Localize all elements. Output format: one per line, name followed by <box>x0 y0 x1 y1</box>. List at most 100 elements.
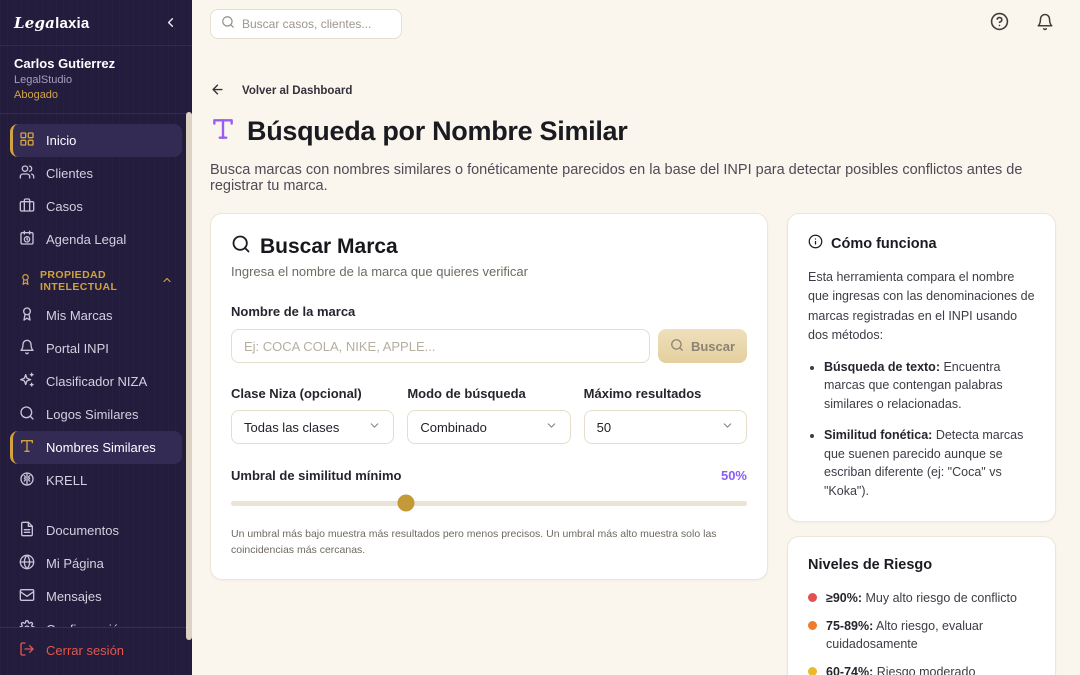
globe-icon <box>19 554 35 573</box>
topbar-icons <box>990 12 1054 36</box>
sparkles-icon <box>19 372 35 391</box>
briefcase-icon <box>19 197 35 216</box>
sidebar-item-agenda-legal[interactable]: Agenda Legal <box>10 223 182 256</box>
niza-class-select[interactable]: Todas las clases <box>231 410 394 444</box>
sidebar-item-label: Casos <box>46 199 83 214</box>
risk-dot <box>808 667 817 675</box>
sidebar-item-label: Clasificador NIZA <box>46 374 147 389</box>
search-card-header: Buscar Marca <box>231 234 747 259</box>
sidebar-item-label: Agenda Legal <box>46 232 126 247</box>
user-info: Carlos Gutierrez LegalStudio Abogado <box>0 46 192 114</box>
sidebar-item-configuracion[interactable]: Configuración <box>10 613 182 627</box>
risk-item-text: 60-74%: Riesgo moderado <box>826 663 975 675</box>
page-content: Volver al Dashboard Búsqueda por Nombre … <box>192 48 1080 675</box>
risk-levels-card: Niveles de Riesgo ≥90%: Muy alto riesgo … <box>787 536 1056 675</box>
sidebar-section-label: PROPIEDAD INTELECTUAL <box>40 269 153 293</box>
document-icon <box>19 521 35 540</box>
search-mode-value: Combinado <box>420 420 487 435</box>
chevron-down-icon <box>545 419 558 435</box>
sidebar-item-clasificador-niza[interactable]: Clasificador NIZA <box>10 365 182 398</box>
niza-class-field: Clase Niza (opcional) Todas las clases <box>231 386 394 444</box>
risk-levels-title: Niveles de Riesgo <box>808 557 1035 573</box>
sidebar-item-casos[interactable]: Casos <box>10 190 182 223</box>
sidebar-scrollbar[interactable] <box>186 112 192 640</box>
search-card-title: Buscar Marca <box>260 235 398 259</box>
sidebar-item-label: Logos Similares <box>46 407 139 422</box>
global-search-input[interactable] <box>242 17 391 31</box>
calendar-icon <box>19 230 35 249</box>
global-search[interactable] <box>210 9 402 39</box>
sidebar-section-propiedad-intelectual[interactable]: PROPIEDAD INTELECTUAL <box>10 269 182 293</box>
sidebar-item-label: Documentos <box>46 523 119 538</box>
logout-button[interactable]: Cerrar sesión <box>10 634 182 667</box>
max-results-select[interactable]: 50 <box>584 410 747 444</box>
user-name: Carlos Gutierrez <box>14 56 178 71</box>
sidebar-item-mis-marcas[interactable]: Mis Marcas <box>10 299 182 332</box>
sidebar-item-krell[interactable]: KRELL <box>10 464 182 497</box>
search-card-subtitle: Ingresa el nombre de la marca que quiere… <box>231 264 747 279</box>
slider-knob[interactable] <box>398 495 415 512</box>
sidebar: Legalaxia Carlos Gutierrez LegalStudio A… <box>0 0 192 675</box>
main-area: Volver al Dashboard Búsqueda por Nombre … <box>192 0 1080 675</box>
gear-icon <box>19 620 35 627</box>
user-organization: LegalStudio <box>14 74 178 86</box>
sidebar-item-label: Clientes <box>46 166 93 181</box>
help-icon[interactable] <box>990 12 1009 36</box>
sidebar-item-documentos[interactable]: Documentos <box>10 514 182 547</box>
threshold-slider[interactable] <box>231 495 747 511</box>
sidebar-item-logos-similares[interactable]: Logos Similares <box>10 398 182 431</box>
max-results-label: Máximo resultados <box>584 386 747 401</box>
brand-name-input[interactable] <box>231 329 650 363</box>
content-grid: Buscar Marca Ingresa el nombre de la mar… <box>210 213 1055 675</box>
risk-item: 75-89%: Alto riesgo, evaluar cuidadosame… <box>808 617 1035 653</box>
risk-item: ≥90%: Muy alto riesgo de conflicto <box>808 589 1035 607</box>
info-icon <box>808 234 823 254</box>
risk-item-text: 75-89%: Alto riesgo, evaluar cuidadosame… <box>826 617 1035 653</box>
sidebar-item-nombres-similares[interactable]: Nombres Similares <box>10 431 182 464</box>
sidebar-item-mi-pagina[interactable]: Mi Página <box>10 547 182 580</box>
max-results-value: 50 <box>597 420 611 435</box>
search-mode-select[interactable]: Combinado <box>407 410 570 444</box>
award-icon <box>19 273 32 289</box>
chevron-up-icon <box>161 274 173 289</box>
search-icon <box>19 405 35 424</box>
right-column: Cómo funciona Esta herramienta compara e… <box>787 213 1056 675</box>
search-mode-field: Modo de búsqueda Combinado <box>407 386 570 444</box>
sidebar-item-label: Mis Marcas <box>46 308 112 323</box>
dashboard-grid-icon <box>19 131 35 150</box>
niza-class-value: Todas las clases <box>244 420 339 435</box>
sidebar-item-label: Portal INPI <box>46 341 109 356</box>
list-item: Similitud fonética: Detecta marcas que s… <box>824 426 1035 501</box>
search-icon <box>221 15 235 34</box>
sidebar-item-inicio[interactable]: Inicio <box>10 124 182 157</box>
threshold-header: Umbral de similitud mínimo 50% <box>231 468 747 483</box>
topbar <box>192 0 1080 48</box>
award-icon <box>19 306 35 325</box>
risk-item-text: ≥90%: Muy alto riesgo de conflicto <box>826 589 1017 607</box>
users-icon <box>19 164 35 183</box>
sidebar-item-label: Mensajes <box>46 589 102 604</box>
sidebar-item-mensajes[interactable]: Mensajes <box>10 580 182 613</box>
sidebar-item-clientes[interactable]: Clientes <box>10 157 182 190</box>
page-subtitle: Busca marcas con nombres similares o fon… <box>210 162 1055 194</box>
logout-label: Cerrar sesión <box>46 643 124 658</box>
back-link[interactable]: Volver al Dashboard <box>210 82 352 100</box>
slider-track[interactable] <box>231 501 747 506</box>
threshold-label: Umbral de similitud mínimo <box>231 468 401 483</box>
chevron-down-icon <box>368 419 381 435</box>
sidebar-collapse-icon[interactable] <box>163 15 178 30</box>
sidebar-item-portal-inpi[interactable]: Portal INPI <box>10 332 182 365</box>
how-it-works-list: Búsqueda de texto: Encuentra marcas que … <box>824 358 1035 501</box>
notifications-bell-icon[interactable] <box>1036 13 1054 36</box>
page-title-row: Búsqueda por Nombre Similar <box>210 116 1055 147</box>
risk-levels-list: ≥90%: Muy alto riesgo de conflicto 75-89… <box>808 589 1035 675</box>
bell-icon <box>19 339 35 358</box>
niza-class-label: Clase Niza (opcional) <box>231 386 394 401</box>
sidebar-logo-row: Legalaxia <box>0 0 192 46</box>
search-options-row: Clase Niza (opcional) Todas las clases M… <box>231 386 747 444</box>
app-logo: Legalaxia <box>14 14 89 32</box>
buscar-button[interactable]: Buscar <box>658 329 747 363</box>
how-it-works-intro: Esta herramienta compara el nombre que i… <box>808 268 1035 346</box>
sidebar-item-label: Nombres Similares <box>46 440 156 455</box>
type-icon <box>210 116 236 147</box>
